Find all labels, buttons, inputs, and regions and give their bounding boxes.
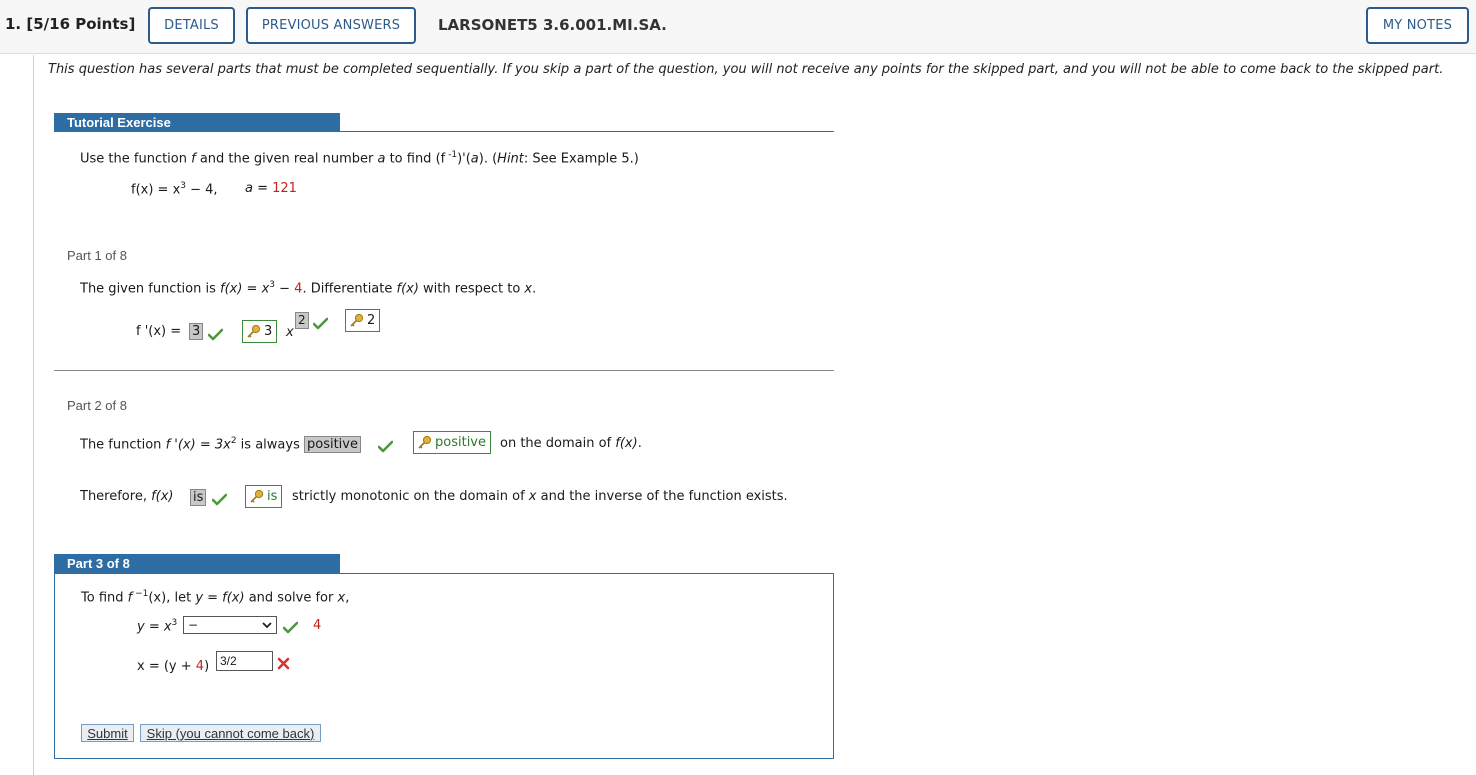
submit-button[interactable]: Submit bbox=[81, 724, 134, 742]
part1-label: Part 1 of 8 bbox=[67, 248, 127, 263]
part-divider bbox=[54, 370, 834, 371]
key-icon bbox=[247, 324, 261, 338]
details-button[interactable]: DETAILS bbox=[148, 7, 235, 44]
question-points: 1. [5/16 Points] bbox=[5, 15, 136, 33]
given-a-value: a = 121 bbox=[245, 181, 297, 196]
chevron-down-icon bbox=[262, 622, 272, 629]
part2-line1: The function f '(x) = 3x2 is always posi… bbox=[80, 436, 361, 454]
part1-exp-answer: 2 bbox=[295, 312, 309, 329]
check-icon bbox=[212, 493, 227, 506]
key-icon bbox=[418, 435, 432, 449]
question-id: LARSONET5 3.6.001.MI.SA. bbox=[438, 16, 667, 34]
part2-line2: Therefore, f(x) bbox=[80, 489, 174, 504]
part1-coef-key[interactable]: 3 bbox=[242, 320, 278, 343]
part3-heading: Part 3 of 8 bbox=[54, 554, 340, 573]
eq1-lhs: y = x3 bbox=[137, 618, 178, 635]
tutorial-prompt: Use the function f and the given real nu… bbox=[80, 150, 639, 167]
derivative-label: f '(x) = bbox=[136, 324, 182, 339]
part2-answer-positive: positive bbox=[303, 436, 361, 454]
left-divider bbox=[33, 55, 34, 775]
intro-text: This question has several parts that mus… bbox=[48, 62, 1444, 77]
part2-key-positive[interactable]: positive bbox=[413, 431, 491, 454]
part1-exp-key[interactable]: 2 bbox=[345, 309, 381, 332]
operator-select[interactable]: − bbox=[183, 616, 277, 634]
eq2-lhs: x = (y + 4) bbox=[137, 659, 210, 674]
tutorial-heading: Tutorial Exercise bbox=[54, 113, 340, 132]
check-icon bbox=[378, 440, 393, 453]
wrong-icon bbox=[277, 657, 290, 670]
previous-answers-button[interactable]: PREVIOUS ANSWERS bbox=[246, 7, 416, 44]
check-icon bbox=[313, 317, 328, 330]
part1-instruction: The given function is f(x) = x3 − 4. Dif… bbox=[80, 280, 537, 297]
check-icon bbox=[283, 621, 298, 634]
key-icon bbox=[350, 313, 364, 327]
part2-line1-end: on the domain of f(x). bbox=[500, 436, 642, 451]
check-icon bbox=[208, 328, 223, 341]
part2-key-is[interactable]: is bbox=[245, 485, 283, 508]
exponent-input[interactable]: 3/2 bbox=[216, 651, 273, 671]
eq1-constant: 4 bbox=[313, 618, 322, 633]
part2-label: Part 2 of 8 bbox=[67, 398, 127, 413]
x-variable: x bbox=[286, 325, 294, 340]
given-function: f(x) = x3 − 4, bbox=[131, 181, 218, 198]
part2-line2-end: strictly monotonic on the domain of x an… bbox=[292, 489, 788, 504]
skip-button[interactable]: Skip (you cannot come back) bbox=[140, 724, 321, 742]
tutorial-heading-rule bbox=[54, 131, 834, 132]
part1-coef-answer: 3 bbox=[189, 323, 204, 340]
question-header: 1. [5/16 Points] DETAILS PREVIOUS ANSWER… bbox=[0, 0, 1476, 54]
part2-answer-is: is bbox=[190, 489, 207, 506]
my-notes-button[interactable]: MY NOTES bbox=[1366, 7, 1469, 44]
part3-instruction: To find f −1(x), let y = f(x) and solve … bbox=[81, 589, 350, 606]
key-icon bbox=[250, 489, 264, 503]
